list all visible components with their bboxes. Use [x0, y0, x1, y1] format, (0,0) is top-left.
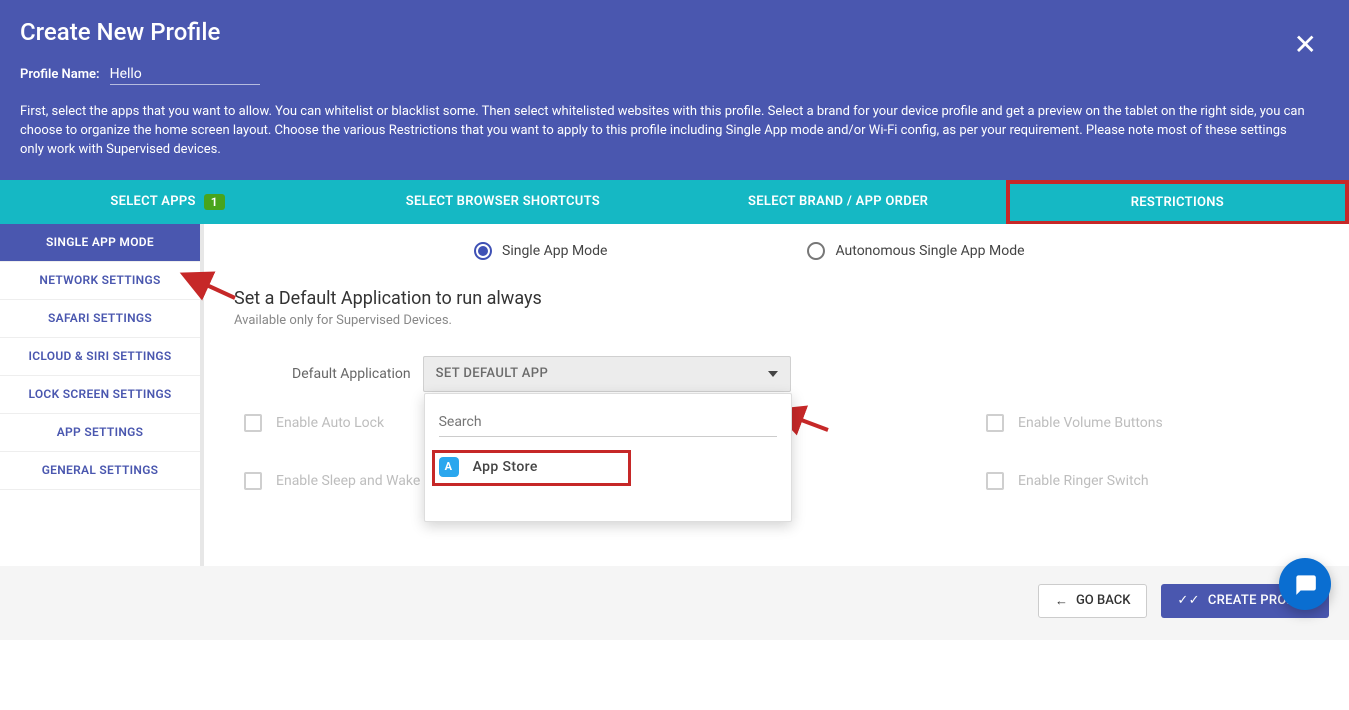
content: SINGLE APP MODE NETWORK SETTINGS SAFARI … [0, 224, 1349, 566]
radio-autonomous-single-app-mode[interactable]: Autonomous Single App Mode [807, 242, 1024, 260]
dropdown-option-label: App Store [473, 459, 538, 475]
sidebar-item-single-app-mode[interactable]: SINGLE APP MODE [0, 224, 200, 262]
default-application-label: Default Application [292, 366, 411, 382]
footer-divider [0, 640, 1349, 710]
checkbox-label: Enable Auto Lock [276, 415, 384, 431]
tabs-bar: SELECT APPS 1 SELECT BROWSER SHORTCUTS S… [0, 180, 1349, 224]
close-icon[interactable]: ✕ [1294, 28, 1317, 61]
chat-widget-button[interactable] [1279, 558, 1331, 610]
tab-browser-shortcuts[interactable]: SELECT BROWSER SHORTCUTS [335, 180, 670, 224]
chat-icon [1292, 571, 1318, 597]
select-placeholder: SET DEFAULT APP [436, 366, 549, 381]
default-application-dropdown: App Store [424, 393, 792, 522]
checkbox-label: Enable Ringer Switch [1018, 473, 1149, 489]
checkbox-icon [986, 414, 1004, 432]
radio-label: Single App Mode [502, 243, 607, 259]
checkbox-enable-ringer-switch[interactable]: Enable Ringer Switch [986, 472, 1149, 490]
main-panel: Single App Mode Autonomous Single App Mo… [200, 224, 1349, 566]
default-application-select[interactable]: SET DEFAULT APP App Store [423, 356, 791, 392]
tab-label: SELECT APPS [110, 194, 195, 209]
checkbox-icon [244, 414, 262, 432]
profile-name-label: Profile Name: [20, 67, 100, 82]
app-mode-radio-group: Single App Mode Autonomous Single App Mo… [234, 242, 1319, 260]
apps-count-badge: 1 [204, 194, 225, 210]
sidebar-item-safari-settings[interactable]: SAFARI SETTINGS [0, 300, 200, 338]
checkbox-icon [986, 472, 1004, 490]
radio-single-app-mode[interactable]: Single App Mode [474, 242, 607, 260]
profile-name-row: Profile Name: [20, 64, 1329, 85]
radio-label: Autonomous Single App Mode [835, 243, 1024, 259]
checkbox-icon [244, 472, 262, 490]
profile-name-input[interactable] [110, 64, 260, 85]
button-label: GO BACK [1076, 593, 1130, 608]
sidebar: SINGLE APP MODE NETWORK SETTINGS SAFARI … [0, 224, 200, 566]
footer: ← GO BACK ✓✓ CREATE PROFILE [0, 566, 1349, 636]
go-back-button[interactable]: ← GO BACK [1038, 584, 1147, 618]
dropdown-option-app-store[interactable]: App Store [425, 447, 791, 487]
section-subtitle: Available only for Supervised Devices. [234, 313, 1319, 328]
sidebar-item-app-settings[interactable]: APP SETTINGS [0, 414, 200, 452]
tab-select-apps[interactable]: SELECT APPS 1 [0, 180, 335, 224]
app-store-icon [439, 457, 459, 477]
header: Create New Profile ✕ Profile Name: First… [0, 0, 1349, 180]
sidebar-item-lock-screen-settings[interactable]: LOCK SCREEN SETTINGS [0, 376, 200, 414]
checkbox-enable-volume-buttons[interactable]: Enable Volume Buttons [986, 414, 1163, 432]
sidebar-item-icloud-siri-settings[interactable]: ICLOUD & SIRI SETTINGS [0, 338, 200, 376]
dropdown-search-row [425, 394, 791, 447]
check-all-icon: ✓✓ [1177, 593, 1199, 608]
radio-icon [807, 242, 825, 260]
default-application-row: Default Application SET DEFAULT APP App … [234, 356, 1319, 392]
checkbox-label: Enable Volume Buttons [1018, 415, 1163, 431]
header-description: First, select the apps that you want to … [20, 103, 1310, 160]
chevron-down-icon [768, 371, 778, 377]
tab-brand-order[interactable]: SELECT BRAND / APP ORDER [671, 180, 1006, 224]
section-title: Set a Default Application to run always [234, 288, 1319, 309]
arrow-left-icon: ← [1055, 593, 1068, 609]
radio-icon [474, 242, 492, 260]
dropdown-search-input[interactable] [439, 408, 777, 437]
checkbox-label: Enable Sleep and Wake [276, 473, 420, 489]
page-title: Create New Profile [20, 18, 1329, 46]
sidebar-item-general-settings[interactable]: GENERAL SETTINGS [0, 452, 200, 490]
sidebar-item-network-settings[interactable]: NETWORK SETTINGS [0, 262, 200, 300]
tab-restrictions[interactable]: RESTRICTIONS [1006, 180, 1349, 224]
